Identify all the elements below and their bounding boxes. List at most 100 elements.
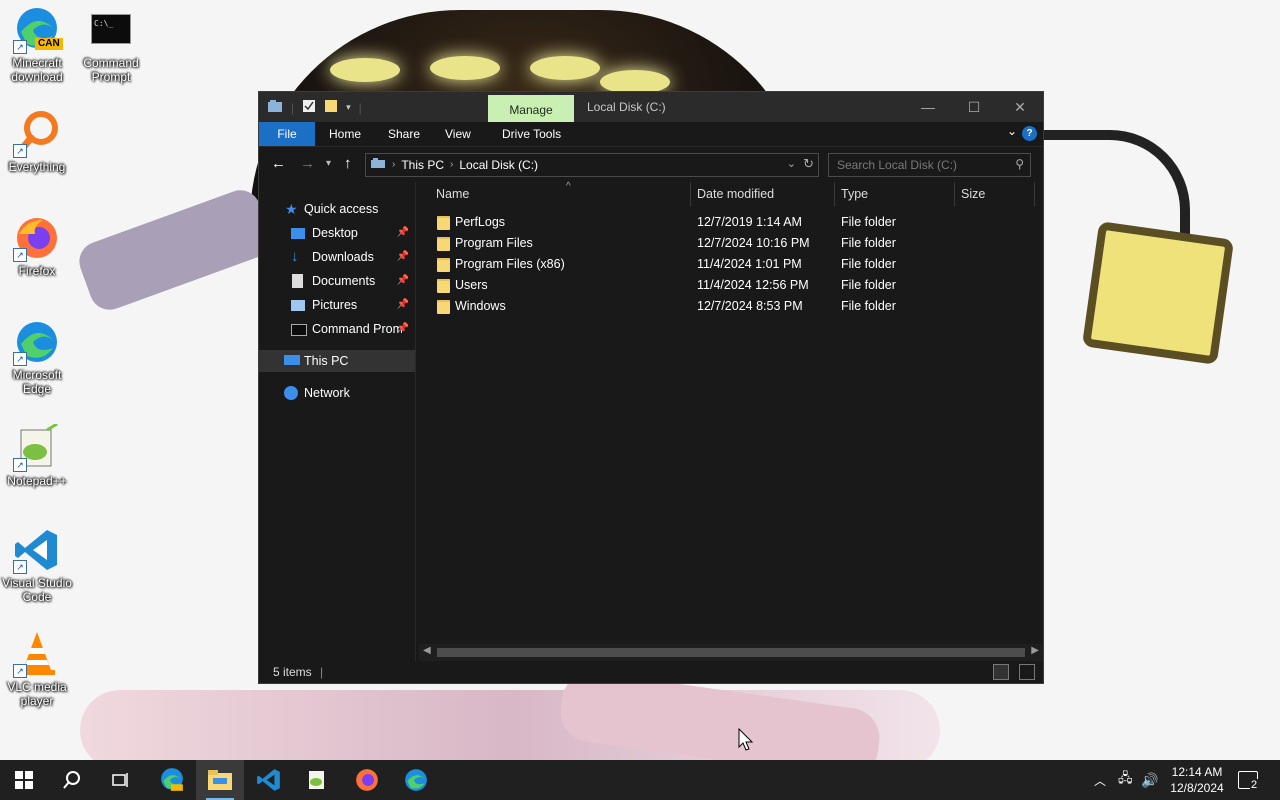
file-row[interactable]: Windows 12/7/2024 8:53 PM File folder — [433, 296, 1033, 317]
file-row[interactable]: Program Files 12/7/2024 10:16 PM File fold… — [433, 233, 1033, 254]
qat-separator: | — [358, 100, 362, 115]
nav-item-this-pc[interactable]: This PC — [259, 350, 415, 372]
column-header-name[interactable]: ^ Name — [430, 181, 691, 206]
file-name: Program Files — [455, 236, 533, 250]
desktop-icon-firefox[interactable]: ↗ Firefox — [0, 214, 74, 278]
taskbar-vscode[interactable] — [245, 760, 293, 800]
pin-icon[interactable]: 📌 — [397, 318, 409, 340]
file-name: Windows — [455, 299, 506, 313]
maximize-button[interactable]: ☐ — [951, 92, 997, 122]
desktop-icon-vscode[interactable]: ↗ Visual Studio Code — [0, 526, 74, 604]
nav-item-downloads[interactable]: ↓ Downloads 📌 — [259, 246, 415, 268]
explorer-body: ★ Quick access Desktop 📌 ↓ Downloads 📌 D… — [259, 181, 1043, 661]
search-input[interactable] — [835, 157, 1009, 173]
title-bar[interactable]: | ▾ | Manage Local Disk (C:) — ☐ ✕ — [259, 92, 1043, 122]
scroll-left-icon[interactable]: ◀ — [423, 645, 431, 656]
clock[interactable]: 12:14 AM 12/8/2024 — [1166, 764, 1228, 796]
nav-item-command-prompt[interactable]: Command Prom 📌 — [259, 318, 415, 340]
desktop-icon-minecraft[interactable]: CAN ↗ Minecraft download — [0, 6, 74, 84]
desktop-icon-label: Everything — [8, 160, 66, 174]
shortcut-arrow-icon: ↗ — [13, 664, 27, 678]
taskbar-edge-can[interactable] — [148, 760, 196, 800]
search-icon[interactable]: ⚲ — [1015, 157, 1024, 171]
expand-ribbon-icon[interactable]: ⌄ — [1007, 124, 1017, 138]
file-type: File folder — [841, 236, 896, 250]
nav-item-quick-access[interactable]: ★ Quick access — [259, 198, 415, 220]
file-row[interactable]: Program Files (x86) 11/4/2024 1:01 PM File… — [433, 254, 1033, 275]
pin-icon[interactable]: 📌 — [397, 246, 409, 268]
taskbar-edge[interactable] — [392, 760, 440, 800]
qat-dropdown-icon[interactable]: ▾ — [346, 102, 351, 113]
file-row[interactable]: PerfLogs 12/7/2019 1:14 AM File folder — [433, 212, 1033, 233]
file-row[interactable]: Users 11/4/2024 12:56 PM File folder — [433, 275, 1033, 296]
pin-icon[interactable]: 📌 — [397, 222, 409, 244]
task-view-icon — [112, 773, 128, 787]
start-button[interactable] — [0, 760, 48, 800]
desktop-icon-everything[interactable]: ↗ Everything — [0, 110, 74, 174]
nav-item-pictures[interactable]: Pictures 📌 — [259, 294, 415, 316]
tab-view[interactable]: View — [445, 122, 471, 146]
recent-locations-icon[interactable]: ▾ — [326, 158, 331, 169]
nav-item-network[interactable]: Network — [259, 382, 415, 404]
qat-separator: | — [291, 100, 295, 115]
column-header-size[interactable]: Size — [955, 182, 1035, 206]
status-separator: | — [320, 665, 324, 679]
action-center-button[interactable]: 2 — [1238, 760, 1266, 800]
task-view-button[interactable] — [96, 760, 144, 800]
volume-icon[interactable]: 🔊 — [1141, 760, 1158, 800]
new-folder-icon[interactable] — [324, 99, 338, 116]
desktop-icon-vlc[interactable]: ↗ VLC media player — [0, 630, 74, 708]
network-status-icon[interactable]: 🖧 — [1118, 760, 1133, 800]
taskbar-notepad-plus[interactable] — [293, 760, 341, 800]
refresh-icon[interactable]: ↻ — [803, 156, 814, 172]
details-view-icon[interactable] — [993, 664, 1009, 680]
wallpaper-eye — [330, 58, 400, 82]
firefox-icon: ↗ — [13, 214, 61, 262]
tab-drive-tools[interactable]: Drive Tools — [502, 122, 561, 146]
forward-arrow-icon[interactable]: → — [300, 155, 315, 172]
help-icon[interactable]: ? — [1022, 126, 1037, 141]
wallpaper-eye — [430, 56, 500, 80]
horizontal-scrollbar[interactable]: ◀ ▶ — [419, 644, 1043, 661]
search-button[interactable] — [48, 760, 96, 800]
properties-icon[interactable] — [302, 99, 316, 116]
manage-tab[interactable]: Manage — [488, 95, 574, 122]
command-prompt-icon: C:\_ — [87, 6, 135, 54]
scroll-right-icon[interactable]: ▶ — [1031, 645, 1039, 656]
column-header-date-modified[interactable]: Date modified — [691, 182, 835, 206]
scrollbar-thumb[interactable] — [437, 648, 1025, 657]
desktop-icon-edge[interactable]: ↗ Microsoft Edge — [0, 318, 74, 396]
desktop-icon-command-prompt[interactable]: C:\_ Command Prompt — [74, 6, 148, 84]
address-bar[interactable]: › This PC › Local Disk (C:) ⌄ ↻ — [365, 153, 819, 177]
shortcut-arrow-icon: ↗ — [13, 352, 27, 366]
show-hidden-icons[interactable]: ︿ — [1094, 760, 1106, 800]
nav-item-desktop[interactable]: Desktop 📌 — [259, 222, 415, 244]
taskbar-firefox[interactable] — [343, 760, 391, 800]
close-button[interactable]: ✕ — [997, 92, 1043, 122]
back-arrow-icon[interactable]: ← — [271, 155, 286, 172]
navigation-pane: ★ Quick access Desktop 📌 ↓ Downloads 📌 D… — [259, 182, 416, 661]
tab-home[interactable]: Home — [329, 122, 361, 146]
search-box[interactable]: ⚲ — [828, 153, 1031, 177]
star-icon: ★ — [285, 201, 298, 217]
file-date-modified: 12/7/2024 8:53 PM — [697, 299, 803, 313]
tab-share[interactable]: Share — [388, 122, 420, 146]
pin-icon[interactable]: 📌 — [397, 270, 409, 292]
pin-icon[interactable]: 📌 — [397, 294, 409, 316]
nav-item-documents[interactable]: Documents 📌 — [259, 270, 415, 292]
folder-icon — [437, 216, 450, 230]
explorer-app-icon[interactable] — [267, 99, 283, 116]
breadcrumb-this-pc[interactable]: This PC — [401, 158, 444, 172]
address-dropdown-icon[interactable]: ⌄ — [787, 157, 796, 170]
minimize-button[interactable]: — — [905, 92, 951, 122]
desktop-icon-notepad-plus[interactable]: ↗ Notepad++ — [0, 422, 74, 488]
up-arrow-icon[interactable]: ↑ — [344, 155, 352, 172]
column-header-type[interactable]: Type — [835, 182, 955, 206]
prompt-glyph: C:\_ — [91, 14, 131, 44]
large-icons-view-icon[interactable] — [1019, 664, 1035, 680]
vscode-icon — [257, 769, 280, 791]
tab-file[interactable]: File — [259, 122, 315, 146]
notepad-plus-icon: ↗ — [13, 422, 61, 472]
breadcrumb-local-disk[interactable]: Local Disk (C:) — [459, 158, 538, 172]
taskbar-file-explorer[interactable] — [196, 760, 244, 800]
